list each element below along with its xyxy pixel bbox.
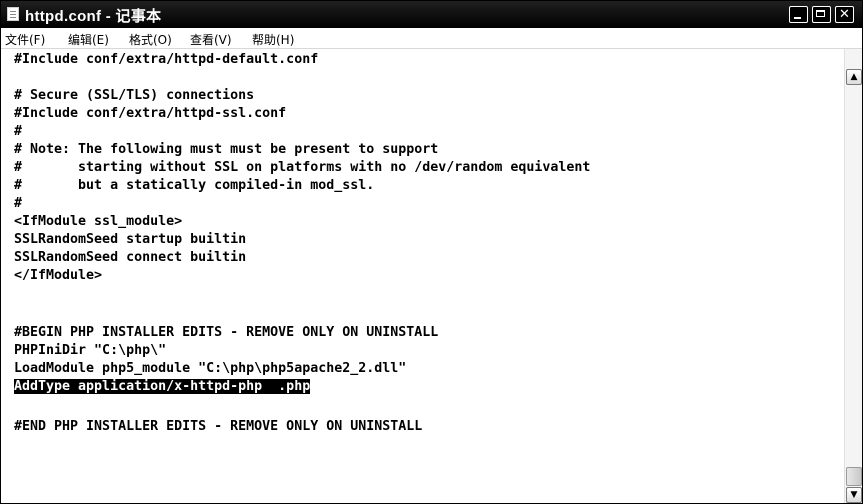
editor-line: </IfModule> <box>14 268 103 283</box>
editor-line: #Include conf/extra/httpd-ssl.conf <box>14 106 287 121</box>
editor-line: PHPIniDir "C:\php\" <box>14 343 167 358</box>
editor-line: #BEGIN PHP INSTALLER EDITS - REMOVE ONLY… <box>14 325 439 340</box>
close-icon: ✕ <box>839 7 850 22</box>
maximize-button[interactable] <box>812 6 831 23</box>
editor-line: <IfModule ssl_module> <box>14 214 183 229</box>
selected-text[interactable]: AddType application/x-httpd-php .php <box>14 379 311 394</box>
notepad-window: httpd.conf - 记事本 ✕ 文件(F) 编辑(E) 格式(O) 查看(… <box>0 0 863 504</box>
scroll-thumb[interactable] <box>846 467 862 486</box>
menu-edit[interactable]: 编辑(E) <box>68 31 109 48</box>
editor-line: SSLRandomSeed startup builtin <box>14 232 247 247</box>
editor-line: # Note: The following must must be prese… <box>14 142 439 157</box>
editor-line-selected: AddType application/x-httpd-php .php <box>14 378 311 396</box>
editor-line: # <box>14 124 23 139</box>
menu-format[interactable]: 格式(O) <box>129 31 172 48</box>
vertical-scrollbar[interactable]: ▲ ▼ <box>844 49 862 503</box>
close-button[interactable]: ✕ <box>835 6 854 23</box>
text-editor-area[interactable]: #Include conf/extra/httpd-default.conf #… <box>1 49 844 503</box>
scroll-down-button[interactable]: ▼ <box>846 487 862 503</box>
minimize-button[interactable] <box>789 6 808 23</box>
editor-line: #END PHP INSTALLER EDITS - REMOVE ONLY O… <box>14 419 423 434</box>
arrow-down-icon: ▼ <box>850 490 858 500</box>
menu-file[interactable]: 文件(F) <box>5 31 45 48</box>
editor-line: #Include conf/extra/httpd-default.conf <box>14 52 319 67</box>
editor-line: # starting without SSL on platforms with… <box>14 160 591 175</box>
window-title: httpd.conf - 记事本 <box>25 8 162 25</box>
editor-line: # but a statically compiled-in mod_ssl. <box>14 178 375 193</box>
menu-bar: 文件(F) 编辑(E) 格式(O) 查看(V) 帮助(H) <box>1 28 862 49</box>
scroll-up-button[interactable]: ▲ <box>846 69 862 85</box>
editor-line: LoadModule php5_module "C:\php\php5apach… <box>14 361 407 376</box>
notepad-icon[interactable] <box>7 7 19 21</box>
menu-view[interactable]: 查看(V) <box>190 31 232 48</box>
editor-line: # <box>14 196 23 211</box>
menu-help[interactable]: 帮助(H) <box>252 31 294 48</box>
editor-line: SSLRandomSeed connect builtin <box>14 250 247 265</box>
title-bar[interactable]: httpd.conf - 记事本 ✕ <box>1 1 862 28</box>
arrow-up-icon: ▲ <box>850 72 858 82</box>
editor-line: # Secure (SSL/TLS) connections <box>14 88 255 103</box>
